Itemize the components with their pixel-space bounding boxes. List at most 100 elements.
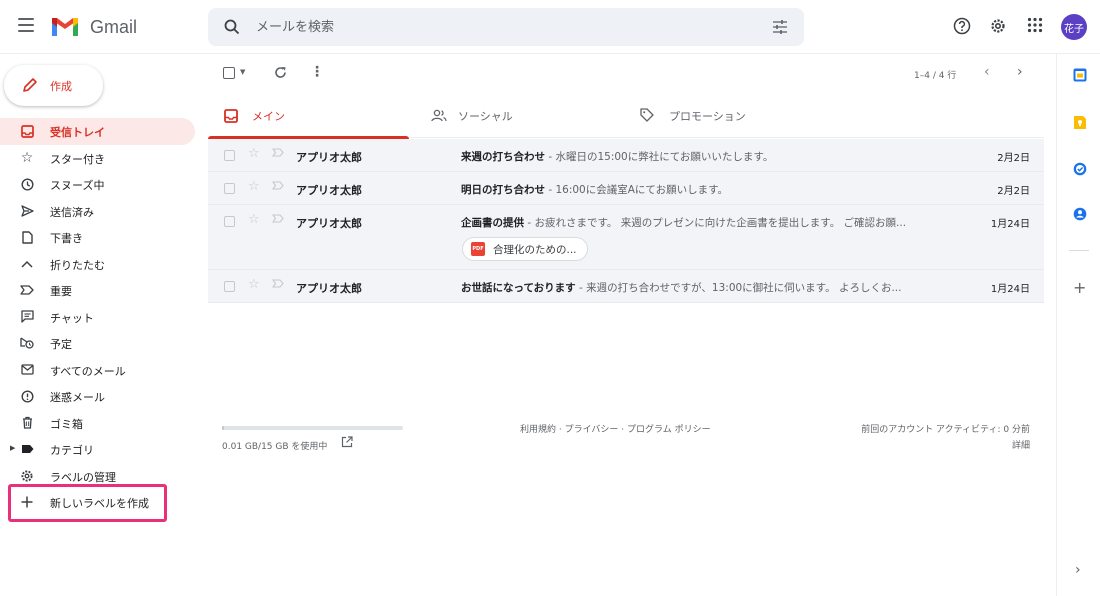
gmail-logo[interactable]: Gmail (50, 13, 137, 41)
sidebar-item-drafts[interactable]: 下書き (0, 224, 195, 251)
tab-social[interactable]: ソーシャル (428, 96, 628, 138)
sidebar-item-chat[interactable]: チャット (0, 304, 195, 331)
row-checkbox[interactable] (224, 281, 235, 292)
calendar-icon[interactable] (1073, 68, 1087, 82)
external-link-icon[interactable] (341, 436, 353, 448)
tab-promotions[interactable]: プロモーション (640, 96, 840, 138)
email-preview: 明日の打ち合わせ - 16:00に会議室Aにてお願いします。 (461, 182, 961, 197)
sidebar-item-starred[interactable]: ☆ スター付き (0, 145, 195, 172)
sidebar-item-sent[interactable]: 送信済み (0, 198, 195, 225)
sidebar-item-label: 受信トレイ (50, 126, 105, 139)
help-icon[interactable] (953, 17, 971, 35)
email-snippet: - お疲れさまです。 来週のプレゼンに向けた企画書を提出します。 ご確認お願..… (524, 217, 907, 229)
expand-arrow-icon[interactable]: ▶ (10, 444, 15, 452)
star-icon[interactable]: ☆ (248, 212, 260, 227)
apps-grid-icon[interactable] (1027, 17, 1043, 33)
select-all-checkbox[interactable] (223, 67, 235, 79)
important-marker-icon[interactable] (272, 279, 284, 288)
row-checkbox[interactable] (224, 183, 235, 194)
keep-icon[interactable] (1073, 115, 1087, 130)
sidebar-item-label: 迷惑メール (50, 391, 105, 404)
attachment-name: 合理化のための... (493, 243, 577, 256)
sidebar-item-label: 下書き (50, 232, 83, 245)
sidebar-item-label: カテゴリ (50, 444, 94, 457)
pagination-text: 1–4 / 4 行 (914, 71, 957, 81)
tasks-icon[interactable] (1073, 162, 1087, 176)
sidebar-item-collapse[interactable]: 折りたたむ (0, 251, 195, 278)
email-row[interactable]: ☆ アプリオ太郎 お世話になっております - 来週の打ち合わせですが、13:00… (208, 270, 1044, 303)
tab-primary[interactable]: メイン (208, 96, 409, 139)
contacts-icon[interactable] (1073, 207, 1087, 221)
last-account-activity: 前回のアカウント アクティビティ: 0 分前 (861, 425, 1030, 435)
sidebar-item-label: チャット (50, 311, 94, 325)
important-marker-icon[interactable] (272, 214, 284, 223)
star-icon[interactable]: ☆ (248, 277, 260, 292)
email-preview: 企画書の提供 - お疲れさまです。 来週のプレゼンに向けた企画書を提出します。 … (461, 215, 961, 230)
sidebar-item-all-mail[interactable]: すべてのメール (0, 357, 195, 384)
important-marker-icon[interactable] (272, 181, 284, 190)
account-avatar[interactable]: 花子 (1061, 14, 1087, 40)
star-icon[interactable]: ☆ (248, 146, 260, 161)
footer-policy-links[interactable]: 利用規約 · プライバシー · プログラム ポリシー (520, 422, 711, 435)
tab-label: プロモーション (669, 110, 746, 123)
email-subject: 来週の打ち合わせ (461, 151, 545, 163)
row-checkbox[interactable] (224, 150, 235, 161)
compose-button[interactable]: 作成 (4, 65, 103, 106)
sidebar-item-label: 折りたたむ (50, 258, 105, 272)
email-row[interactable]: ☆ アプリオ太郎 明日の打ち合わせ - 16:00に会議室Aにてお願いします。 … (208, 172, 1044, 205)
all-mail-icon (20, 363, 34, 377)
sidebar-item-inbox[interactable]: 受信トレイ (0, 118, 195, 145)
sidebar-item-categories[interactable]: ▶ カテゴリ (0, 436, 195, 463)
side-panel-divider (1069, 250, 1089, 251)
activity-details-link[interactable]: 詳細 (1012, 438, 1030, 451)
refresh-icon[interactable] (274, 66, 287, 79)
email-row[interactable]: ☆ アプリオ太郎 来週の打ち合わせ - 水曜日の15:00に弊社にてお願いいたし… (208, 139, 1044, 172)
sidebar-item-important[interactable]: 重要 (0, 277, 195, 304)
spam-icon (20, 389, 34, 403)
previous-page-icon[interactable]: ‹ (984, 64, 990, 80)
chevron-up-icon (20, 257, 34, 271)
sidebar-item-spam[interactable]: 迷惑メール (0, 383, 195, 410)
more-options-icon[interactable]: ⋮ (310, 65, 324, 79)
email-date: 2月2日 (997, 153, 1030, 164)
sidebar-item-trash[interactable]: ゴミ箱 (0, 410, 195, 437)
sidebar-item-scheduled[interactable]: 予定 (0, 330, 195, 357)
email-sender: アプリオ太郎 (296, 217, 362, 230)
row-checkbox[interactable] (224, 216, 235, 227)
compose-label: 作成 (50, 80, 72, 93)
email-row[interactable]: ☆ アプリオ太郎 企画書の提供 - お疲れさまです。 来週のプレゼンに向けた企画… (208, 205, 1044, 270)
attachment-chip[interactable]: PDF 合理化のための... (462, 237, 588, 261)
important-marker-icon[interactable] (272, 148, 284, 157)
sidebar-item-label: すべてのメール (50, 364, 126, 378)
storage-usage-bar (222, 426, 403, 430)
trash-icon (20, 416, 34, 430)
sidebar-item-label: 送信済み (50, 205, 94, 219)
get-addons-plus-icon[interactable]: + (1073, 278, 1086, 297)
sidebar-item-label: ゴミ箱 (50, 417, 83, 431)
scheduled-icon (20, 336, 34, 350)
search-bar[interactable] (208, 8, 804, 46)
sidebar-item-label: スター付き (50, 152, 105, 166)
highlight-annotation-box (8, 484, 167, 522)
email-sender: アプリオ太郎 (296, 184, 362, 197)
settings-gear-icon[interactable] (989, 17, 1007, 35)
star-icon[interactable]: ☆ (248, 179, 260, 194)
search-icon[interactable] (224, 19, 240, 35)
main-menu-icon[interactable] (18, 18, 34, 32)
star-icon: ☆ (20, 149, 34, 166)
expand-panel-chevron-icon[interactable]: › (1075, 562, 1081, 578)
search-options-icon[interactable] (772, 20, 788, 34)
label-icon (20, 442, 34, 456)
email-subject: 企画書の提供 (461, 217, 524, 229)
search-input[interactable] (256, 17, 736, 37)
inbox-icon (224, 109, 238, 123)
sidebar-nav: 受信トレイ ☆ スター付き スヌーズ中 送信済み 下書き 折りたたむ 重要 チャ… (0, 118, 200, 516)
next-page-icon[interactable]: › (1017, 64, 1023, 80)
select-dropdown-arrow-icon[interactable]: ▼ (240, 68, 245, 76)
send-icon (20, 204, 34, 218)
tab-label: ソーシャル (458, 110, 513, 123)
storage-usage-text: 0.01 GB/15 GB を使用中 (222, 442, 328, 452)
sidebar-item-label: スヌーズ中 (50, 179, 105, 192)
email-sender: アプリオ太郎 (296, 151, 362, 164)
sidebar-item-snoozed[interactable]: スヌーズ中 (0, 171, 195, 198)
